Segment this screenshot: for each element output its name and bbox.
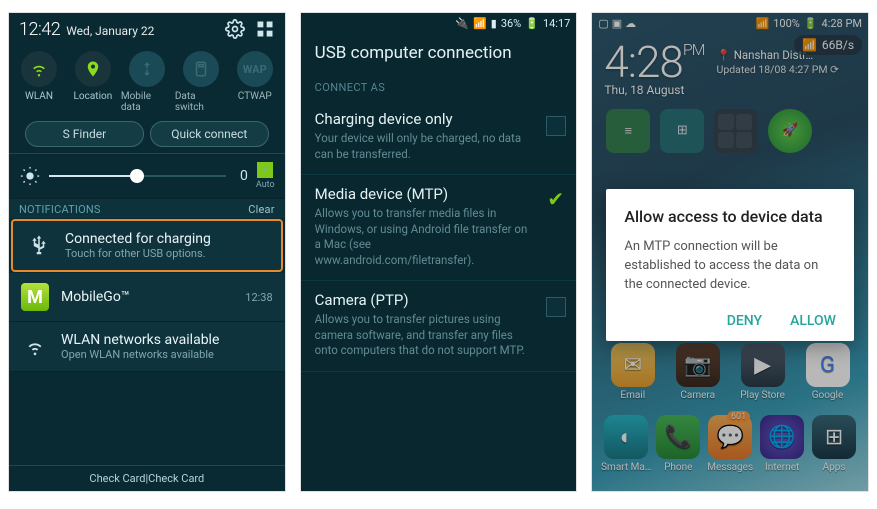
mtp-permission-dialog: Allow access to device data An MTP conne… bbox=[606, 189, 854, 341]
option-title: Camera (PTP) bbox=[315, 291, 533, 309]
option-mtp[interactable]: Media device (MTP) Allows you to transfe… bbox=[301, 175, 577, 281]
toggle-grid-icon[interactable] bbox=[255, 19, 275, 39]
checkbox[interactable] bbox=[546, 116, 566, 136]
quick-connect-button[interactable]: Quick connect bbox=[150, 121, 269, 147]
brightness-value: 0 bbox=[234, 168, 248, 184]
toggle-location[interactable]: Location bbox=[67, 51, 119, 113]
deny-button[interactable]: DENY bbox=[727, 313, 762, 329]
toggle-mobile-data[interactable]: Mobile data bbox=[121, 51, 173, 113]
toggle-data-switch[interactable]: Data switch bbox=[175, 51, 227, 113]
checkbox[interactable] bbox=[546, 297, 566, 317]
battery-icon: 🔋 bbox=[525, 17, 539, 30]
allow-button[interactable]: ALLOW bbox=[790, 313, 836, 329]
dialog-title: Allow access to device data bbox=[624, 207, 836, 226]
wifi-open-icon bbox=[21, 336, 49, 358]
notification-mobilego[interactable]: M MobileGo™ 12:38 bbox=[9, 273, 285, 322]
clear-button[interactable]: Clear bbox=[248, 203, 274, 216]
notification-time: 12:38 bbox=[245, 291, 272, 304]
option-ptp[interactable]: Camera (PTP) Allows you to transfer pict… bbox=[301, 281, 577, 372]
section-header: CONNECT AS bbox=[301, 73, 577, 100]
status-time: 12:42 bbox=[19, 19, 60, 40]
notification-subtitle: Open WLAN networks available bbox=[61, 348, 219, 361]
home-screen-dialog: ▢ ▣ ☁ 📶 100% 🔋 4:28 PM 📶 66B/s 4:28PM Th… bbox=[591, 12, 869, 492]
checkmark-icon: ✔ bbox=[257, 162, 273, 178]
notification-wlan[interactable]: WLAN networks available Open WLAN networ… bbox=[9, 322, 285, 372]
option-desc: Your device will only be charged, no dat… bbox=[315, 131, 533, 162]
usb-icon: 🔌 bbox=[455, 17, 469, 30]
section-title: NOTIFICATIONS bbox=[19, 203, 101, 216]
brightness-row: 0 ✔ Auto bbox=[9, 154, 285, 199]
status-bar: 12:42 Wed, January 22 bbox=[9, 13, 285, 45]
settings-icon[interactable] bbox=[225, 19, 245, 39]
notification-title: Connected for charging bbox=[65, 231, 211, 247]
toggle-label: Data switch bbox=[175, 91, 227, 113]
notifications-header: NOTIFICATIONS Clear bbox=[9, 199, 285, 218]
mobilego-icon: M bbox=[21, 283, 49, 311]
toggle-label: Mobile data bbox=[121, 91, 173, 113]
toggle-label: CTWAP bbox=[238, 91, 272, 102]
quick-buttons-row: S Finder Quick connect bbox=[9, 115, 285, 154]
option-desc: Allows you to transfer media files in Wi… bbox=[315, 206, 533, 268]
notification-title: WLAN networks available bbox=[61, 332, 219, 348]
status-date: Wed, January 22 bbox=[66, 24, 154, 38]
check-card-footer[interactable]: Check Card|Check Card bbox=[9, 465, 285, 491]
toggle-ctwap[interactable]: WAP CTWAP bbox=[229, 51, 281, 113]
notification-shade-screen: 12:42 Wed, January 22 WLAN Location Mobi… bbox=[8, 12, 286, 492]
quick-settings-row: WLAN Location Mobile data Data switch WA… bbox=[9, 45, 285, 115]
auto-label: Auto bbox=[256, 180, 275, 190]
option-title: Media device (MTP) bbox=[315, 185, 533, 203]
screen-title: USB computer connection bbox=[301, 33, 577, 73]
status-bar: 🔌 📶 ▮ 36% 🔋 14:17 bbox=[301, 13, 577, 33]
option-title: Charging device only bbox=[315, 110, 533, 128]
status-time: 14:17 bbox=[543, 17, 570, 30]
wifi-icon: 📶 bbox=[473, 17, 487, 30]
dialog-message: An MTP connection will be established to… bbox=[624, 238, 836, 295]
auto-brightness-toggle[interactable]: ✔ Auto bbox=[256, 162, 275, 190]
checkbox-checked[interactable] bbox=[546, 191, 566, 211]
option-desc: Allows you to transfer pictures using ca… bbox=[315, 312, 533, 359]
toggle-wlan[interactable]: WLAN bbox=[13, 51, 65, 113]
s-finder-button[interactable]: S Finder bbox=[25, 121, 144, 147]
usb-icon bbox=[25, 234, 53, 258]
option-charging-only[interactable]: Charging device only Your device will on… bbox=[301, 100, 577, 175]
battery-text: 36% bbox=[501, 17, 521, 30]
toggle-label: Location bbox=[74, 91, 113, 102]
toggle-label: WLAN bbox=[25, 91, 53, 102]
signal-icon: ▮ bbox=[491, 17, 497, 30]
usb-connection-screen: 🔌 📶 ▮ 36% 🔋 14:17 USB computer connectio… bbox=[300, 12, 578, 492]
brightness-icon bbox=[19, 165, 41, 187]
brightness-slider[interactable] bbox=[49, 175, 226, 177]
notification-usb[interactable]: Connected for charging Touch for other U… bbox=[11, 219, 283, 272]
notification-subtitle: Touch for other USB options. bbox=[65, 247, 211, 260]
notification-title: MobileGo™ bbox=[61, 289, 130, 305]
